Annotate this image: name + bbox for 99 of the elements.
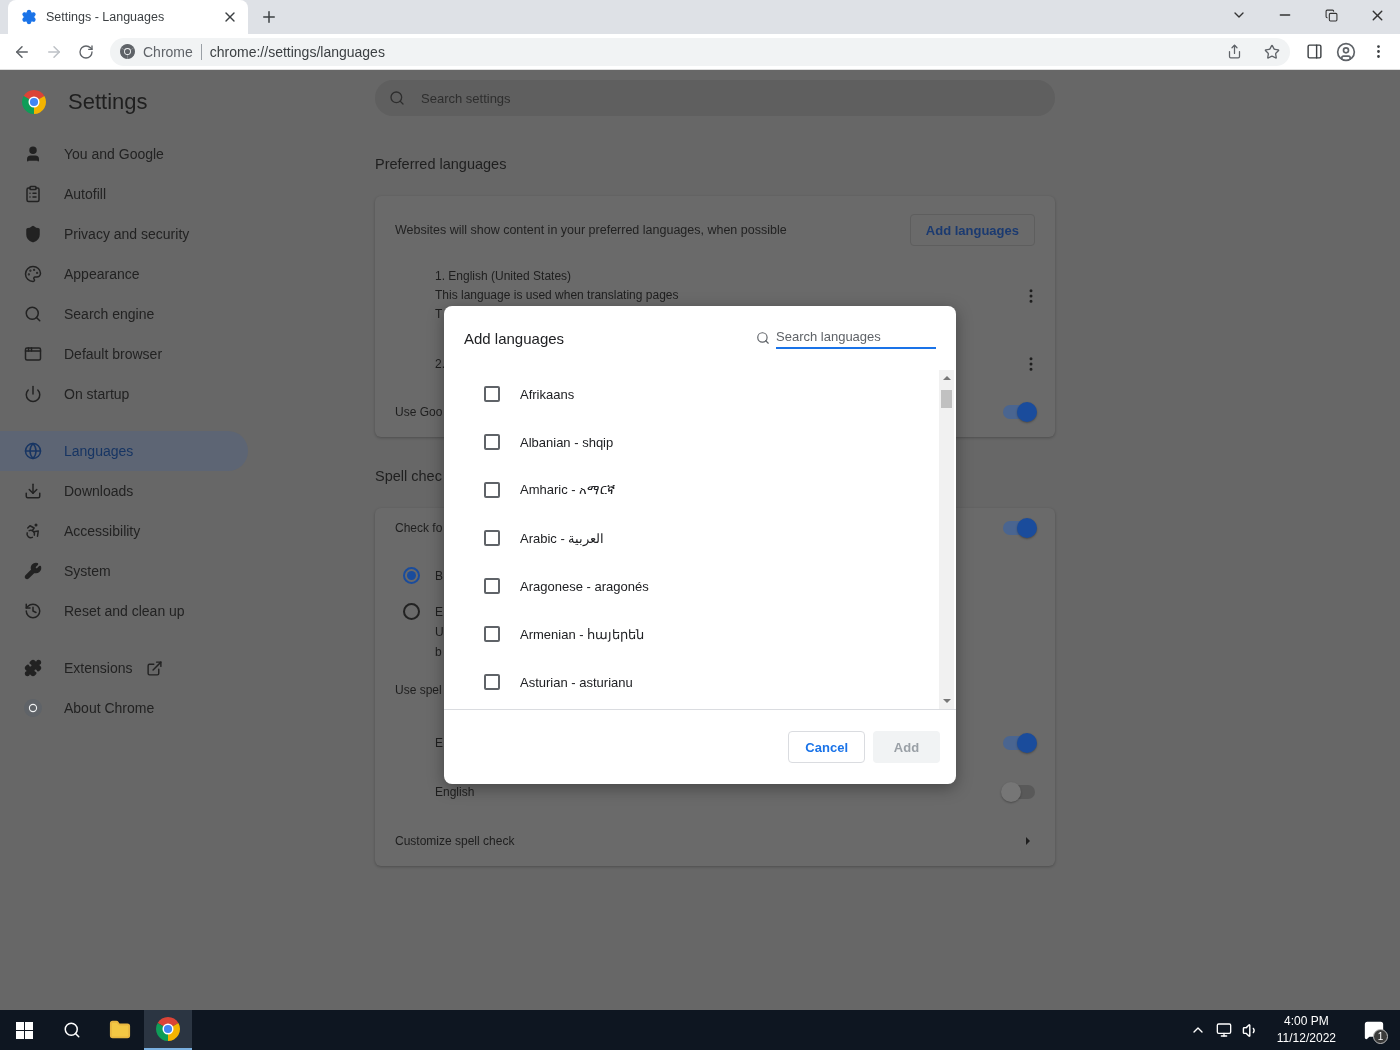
language-text: 1. English (United States) <box>435 268 572 285</box>
search-icon <box>389 90 405 106</box>
scrollbar[interactable] <box>939 370 954 709</box>
shield-icon <box>24 225 42 243</box>
language-option: Armenian - հայերեն <box>520 626 645 642</box>
globe-icon <box>24 442 42 460</box>
sidebar-item[interactable]: Accessibility <box>0 511 248 551</box>
option-text: b <box>435 644 442 661</box>
download-icon <box>24 482 42 500</box>
chevron-right-icon <box>1025 836 1031 846</box>
search-icon[interactable] <box>63 1021 81 1039</box>
language-text: T <box>435 306 443 323</box>
toggle-switch[interactable] <box>1003 405 1035 419</box>
sidebar-item[interactable]: Downloads <box>0 471 248 511</box>
sidebar-item[interactable]: Extensions <box>0 648 248 688</box>
scroll-down-icon[interactable] <box>942 698 951 704</box>
checkbox[interactable] <box>484 482 500 498</box>
section-heading: Spell chec <box>375 468 443 486</box>
checkbox[interactable] <box>484 626 500 642</box>
add-languages-button[interactable]: Add languages <box>909 214 1035 246</box>
dialog-title: Add languages <box>464 329 566 347</box>
option-text: B <box>435 568 443 585</box>
sidebar-item[interactable]: Autofill <box>0 174 248 214</box>
network-icon[interactable] <box>1215 1022 1232 1038</box>
restore-icon[interactable] <box>1324 8 1338 22</box>
scroll-thumb[interactable] <box>941 390 952 408</box>
language-option: Afrikaans <box>520 386 575 402</box>
profile-icon[interactable] <box>1336 41 1356 62</box>
language-option: Aragonese - aragonés <box>520 578 649 594</box>
sidebar-item[interactable]: Privacy and security <box>0 214 248 254</box>
sidebar-item[interactable]: System <box>0 551 248 591</box>
toggle-switch[interactable] <box>1003 785 1035 799</box>
setting-label: Check fo <box>395 521 443 535</box>
clock[interactable]: 4:00 PM 11/12/2022 <box>1268 1013 1344 1047</box>
language-text: English <box>435 785 475 799</box>
scroll-up-icon[interactable] <box>942 375 951 381</box>
new-tab-icon[interactable] <box>260 8 278 26</box>
language-option: Asturian - asturianu <box>520 674 633 690</box>
sidebar-item[interactable]: Languages <box>0 431 248 471</box>
language-option: Amharic - አማርኛ <box>520 482 616 498</box>
person-icon <box>24 145 42 163</box>
accessibility-icon <box>24 522 42 540</box>
clipboard-icon <box>24 185 42 203</box>
checkbox[interactable] <box>484 578 500 594</box>
chrome-logo-icon <box>22 90 46 114</box>
option-text: U <box>435 624 444 641</box>
sidebar-item[interactable]: On startup <box>0 374 248 414</box>
sidebar-item[interactable]: Default browser <box>0 334 248 374</box>
language-option: Albanian - shqip <box>520 434 614 450</box>
site-origin: Chrome <box>143 43 193 60</box>
search-icon <box>756 331 770 345</box>
checkbox[interactable] <box>484 674 500 690</box>
language-text: 2. <box>435 356 445 373</box>
chrome-logo-icon <box>156 1017 180 1041</box>
windows-start-icon[interactable] <box>15 1021 33 1039</box>
setting-label: Use spel <box>395 683 442 697</box>
power-icon <box>24 385 42 403</box>
checkbox[interactable] <box>484 530 500 546</box>
address-bar[interactable]: Chrome chrome://settings/languages <box>110 37 1290 66</box>
checkbox[interactable] <box>484 434 500 450</box>
language-text: This language is used when translating pages <box>435 287 679 304</box>
tab-title: Settings - Languages <box>46 10 166 24</box>
cancel-button[interactable]: Cancel <box>788 731 865 763</box>
settings-title: Settings <box>68 89 148 115</box>
sidebar-item[interactable]: You and Google <box>0 134 248 174</box>
setting-label: Use Goo <box>395 405 443 419</box>
sidebar-item[interactable]: Search engine <box>0 294 248 334</box>
star-icon[interactable] <box>1264 43 1280 60</box>
language-text: E <box>435 736 443 750</box>
history-icon <box>24 602 42 620</box>
toggle-switch[interactable] <box>1003 736 1035 750</box>
notification-count: 1 <box>1373 1029 1388 1044</box>
toggle-switch[interactable] <box>1003 521 1035 535</box>
checkbox[interactable] <box>484 386 500 402</box>
side-panel-icon[interactable] <box>1305 43 1323 60</box>
search-icon <box>24 305 42 323</box>
reload-icon[interactable] <box>78 43 94 60</box>
radio-button[interactable] <box>403 567 420 584</box>
palette-icon <box>24 265 42 283</box>
external-link-icon <box>146 659 164 677</box>
chrome-logo-icon <box>120 44 135 59</box>
radio-button[interactable] <box>403 603 420 620</box>
section-heading: Preferred languages <box>375 156 508 174</box>
description-text: Websites will show content in your preferred languages, when possible <box>395 223 788 237</box>
share-icon[interactable] <box>1227 44 1242 59</box>
browser-tab[interactable]: Settings - Languages <box>8 0 248 34</box>
gear-icon <box>21 9 37 25</box>
url-text: chrome://settings/languages <box>209 43 385 60</box>
option-text: E <box>435 604 443 621</box>
chrome-logo-icon <box>24 699 42 717</box>
folder-icon[interactable] <box>109 1019 131 1041</box>
language-option: Arabic - العربية <box>520 530 605 546</box>
sidebar-item[interactable]: Reset and clean up <box>0 591 248 631</box>
browser-window-icon <box>24 345 42 363</box>
sidebar-item[interactable]: Appearance <box>0 254 248 294</box>
wrench-icon <box>24 562 42 580</box>
puzzle-icon <box>24 659 42 677</box>
sidebar-item[interactable]: About Chrome <box>0 688 248 728</box>
customize-row[interactable]: Customize spell check <box>395 816 1035 866</box>
